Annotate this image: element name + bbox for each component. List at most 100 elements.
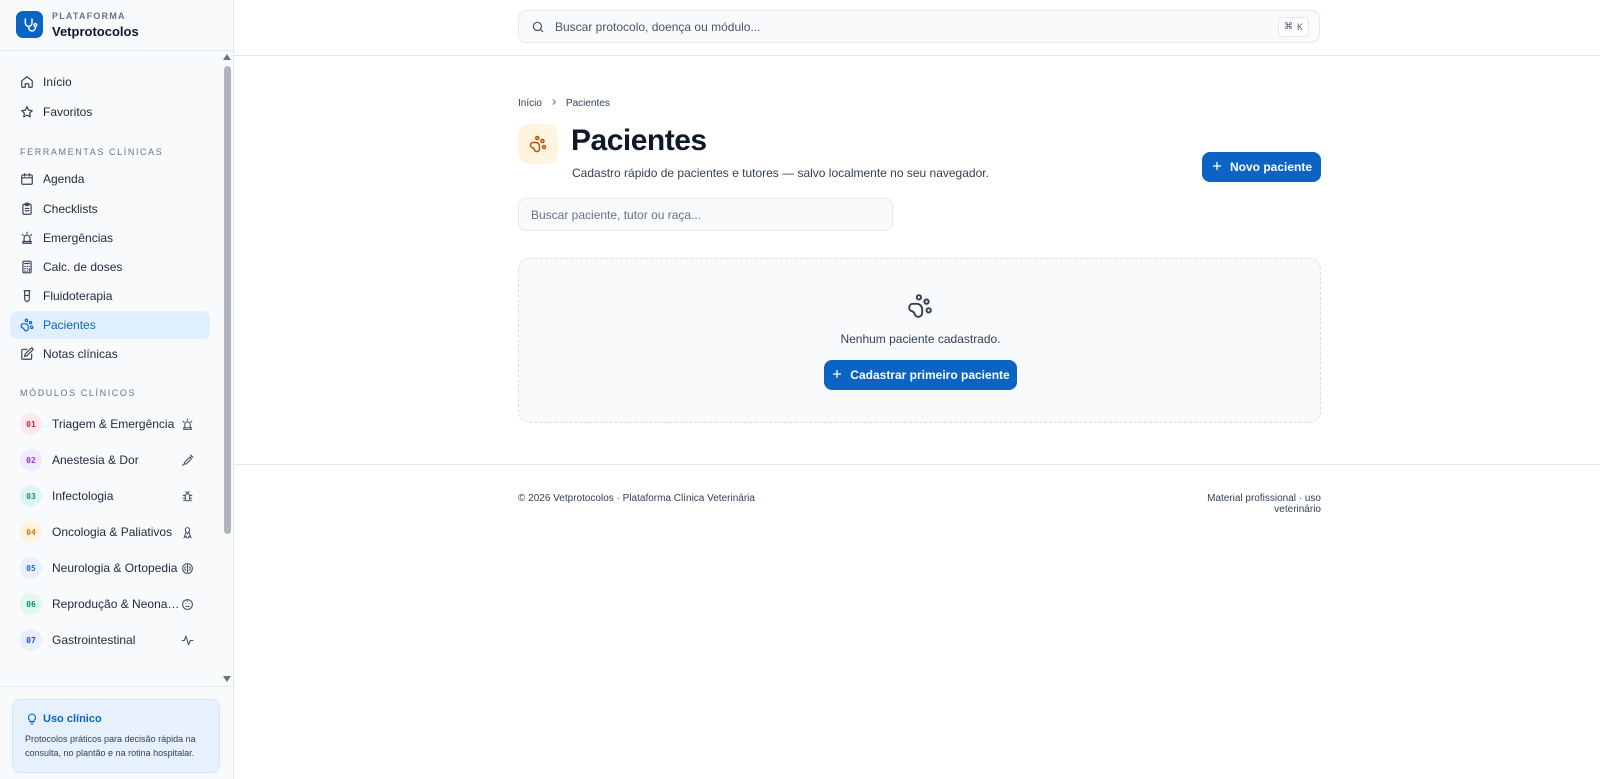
siren-icon	[20, 231, 34, 245]
sidebar-item-label: Agenda	[43, 172, 85, 186]
paw-icon	[20, 318, 34, 332]
chevron-right-icon	[550, 98, 558, 109]
page-title: Pacientes	[571, 124, 707, 157]
sidebar-nav[interactable]: Início Favoritos FERRAMENTAS CLÍNICAS Ag…	[0, 52, 233, 686]
sidebar-item-calc-doses[interactable]: Calc. de doses	[10, 253, 210, 281]
sidebar-item-label: Favoritos	[43, 105, 93, 119]
module-item-06[interactable]: 06 Reprodução & Neonatologia	[10, 588, 210, 620]
empty-state-text: Nenhum paciente cadastrado.	[840, 332, 1001, 346]
module-item-07[interactable]: 07 Gastrointestinal	[10, 624, 210, 656]
register-first-patient-button[interactable]: Cadastrar primeiro paciente	[824, 360, 1017, 390]
baby-icon	[180, 597, 194, 611]
scroll-up-arrow-icon[interactable]	[223, 54, 231, 60]
brand-name: Vetprotocolos	[52, 24, 139, 39]
register-first-patient-label: Cadastrar primeiro paciente	[850, 368, 1010, 382]
brand[interactable]: PLATAFORMA Vetprotocolos	[0, 0, 233, 51]
sidebar: PLATAFORMA Vetprotocolos Início Favorito…	[0, 0, 234, 779]
module-item-04[interactable]: 04 Oncologia & Paliativos	[10, 516, 210, 548]
sidebar-item-favoritos[interactable]: Favoritos	[10, 98, 210, 126]
top-header: Buscar protocolo, doença ou módulo... ⌘ …	[234, 0, 1600, 56]
uso-clinico-text: Protocolos práticos para decisão rápida …	[25, 734, 196, 758]
bug-icon	[180, 489, 194, 503]
sidebar-item-checklists[interactable]: Checklists	[10, 195, 210, 223]
sidebar-item-label: Calc. de doses	[43, 260, 123, 274]
module-number: 03	[20, 485, 42, 507]
clipboard-icon	[20, 202, 34, 216]
shortcut-key: K	[1296, 21, 1303, 32]
sidebar-scrollbar[interactable]	[222, 52, 232, 686]
calendar-icon	[20, 172, 34, 186]
module-label: Gastrointestinal	[52, 633, 136, 647]
uso-clinico-title: Uso clínico	[43, 713, 102, 725]
stethoscope-icon	[16, 11, 43, 38]
module-number: 04	[20, 521, 42, 543]
scroll-down-arrow-icon[interactable]	[223, 676, 231, 682]
calculator-icon	[20, 260, 34, 274]
sidebar-item-inicio[interactable]: Início	[10, 68, 210, 96]
footer-copyright: © 2026 Vetprotocolos · Plataforma Clínic…	[518, 493, 755, 504]
module-label: Infectologia	[52, 489, 114, 503]
patient-search-input[interactable]: Buscar paciente, tutor ou raça...	[518, 198, 893, 231]
module-item-03[interactable]: 03 Infectologia	[10, 480, 210, 512]
footer-divider	[234, 464, 1600, 465]
tools-section-title: FERRAMENTAS CLÍNICAS	[20, 147, 164, 157]
plus-icon	[1211, 160, 1223, 175]
siren-icon	[180, 417, 194, 431]
page-subtitle: Cadastro rápido de pacientes e tutores —…	[572, 166, 989, 180]
scroll-thumb[interactable]	[224, 66, 231, 534]
iv-bag-icon	[20, 289, 34, 303]
sidebar-footer: Uso clínico Protocolos práticos para dec…	[0, 686, 233, 779]
module-item-02[interactable]: 02 Anestesia & Dor	[10, 444, 210, 476]
uso-clinico-card: Uso clínico Protocolos práticos para dec…	[12, 699, 220, 773]
sidebar-item-label: Fluidoterapia	[43, 289, 113, 303]
keyboard-shortcut-badge: ⌘ K	[1277, 16, 1309, 37]
new-patient-label: Novo paciente	[1229, 160, 1313, 174]
sidebar-item-pacientes[interactable]: Pacientes	[10, 311, 210, 339]
paw-icon	[907, 293, 933, 319]
module-label: Reprodução & Neonatologia	[52, 597, 180, 611]
footer-note: Material profissional · uso veterinário	[1207, 493, 1321, 515]
brand-kicker: PLATAFORMA	[52, 11, 126, 21]
patient-search-placeholder: Buscar paciente, tutor ou raça...	[531, 207, 702, 222]
command-key: ⌘	[1283, 21, 1293, 31]
home-icon	[20, 75, 34, 89]
breadcrumb: Início Pacientes	[518, 98, 610, 109]
star-icon	[20, 105, 34, 119]
activity-icon	[180, 633, 194, 647]
lightbulb-icon	[26, 712, 38, 726]
module-label: Triagem & Emergência	[52, 417, 175, 431]
module-number: 06	[20, 593, 42, 615]
global-search-input[interactable]: Buscar protocolo, doença ou módulo... ⌘ …	[518, 10, 1320, 43]
ribbon-icon	[180, 525, 194, 539]
sidebar-item-label: Início	[43, 75, 72, 89]
note-edit-icon	[20, 347, 34, 361]
modules-section-title: MÓDULOS CLÍNICOS	[20, 388, 137, 398]
module-label: Neurologia & Ortopedia	[52, 561, 178, 575]
empty-state: Nenhum paciente cadastrado. Cadastrar pr…	[518, 258, 1321, 423]
breadcrumb-current: Pacientes	[565, 98, 610, 109]
module-label: Oncologia & Paliativos	[52, 525, 173, 539]
sidebar-item-label: Emergências	[43, 231, 114, 245]
plus-icon	[831, 368, 843, 383]
sidebar-item-label: Checklists	[43, 202, 98, 216]
search-icon	[531, 20, 545, 34]
paw-icon	[518, 124, 558, 164]
module-item-01[interactable]: 01 Triagem & Emergência	[10, 408, 210, 440]
search-placeholder: Buscar protocolo, doença ou módulo...	[555, 19, 761, 34]
sidebar-item-fluidoterapia[interactable]: Fluidoterapia	[10, 282, 210, 310]
module-item-05[interactable]: 05 Neurologia & Ortopedia	[10, 552, 210, 584]
sidebar-item-emergencias[interactable]: Emergências	[10, 224, 210, 252]
sidebar-item-agenda[interactable]: Agenda	[10, 165, 210, 193]
brain-icon	[180, 561, 194, 575]
module-label: Anestesia & Dor	[52, 453, 139, 467]
module-number: 07	[20, 629, 42, 651]
module-number: 05	[20, 557, 42, 579]
sidebar-item-label: Pacientes	[43, 318, 96, 332]
sidebar-item-notas-clinicas[interactable]: Notas clínicas	[10, 340, 210, 368]
syringe-icon	[180, 453, 194, 467]
module-number: 01	[20, 413, 42, 435]
module-number: 02	[20, 449, 42, 471]
new-patient-button[interactable]: Novo paciente	[1202, 152, 1321, 182]
breadcrumb-home[interactable]: Início	[518, 98, 542, 109]
sidebar-item-label: Notas clínicas	[43, 347, 118, 361]
